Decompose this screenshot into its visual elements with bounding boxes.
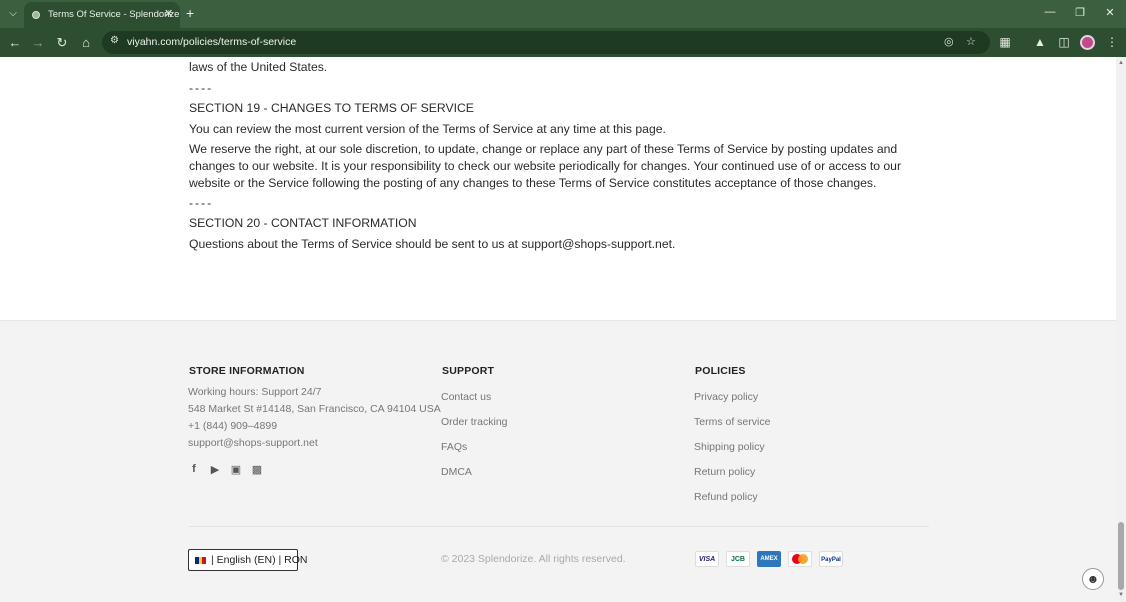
footer-link-faqs[interactable]: FAQs (441, 441, 467, 453)
section-19-title: SECTION 19 - CHANGES TO TERMS OF SERVICE (189, 101, 474, 115)
minimize-window-icon[interactable]: — (1042, 6, 1058, 18)
section-19-paragraph-2: We reserve the right, at our sole discre… (189, 142, 902, 190)
separator-text: ---- (189, 81, 214, 95)
menu-kebab-icon[interactable]: ⋮ (1104, 35, 1120, 49)
url-text[interactable]: viyahn.com/policies/terms-of-service (127, 36, 296, 48)
page-scrollbar[interactable]: ▲ ▼ (1116, 57, 1126, 602)
section-20-title: SECTION 20 - CONTACT INFORMATION (189, 216, 417, 230)
section-19-paragraph-1: You can review the most current version … (189, 122, 666, 136)
facebook-icon[interactable]: f (187, 463, 201, 475)
working-hours: Working hours: Support 24/7 (188, 386, 322, 398)
footer-link-return-policy[interactable]: Return policy (694, 466, 755, 478)
side-panel-icon[interactable]: ◫ (1056, 35, 1072, 49)
store-info-title: STORE INFORMATION (189, 365, 305, 377)
paragraph-text: laws of the United States. (189, 60, 328, 74)
footer-link-dmca[interactable]: DMCA (441, 466, 472, 478)
bookmark-star-icon[interactable]: ☆ (966, 35, 976, 48)
section-20-paragraph-1: Questions about the Terms of Service sho… (189, 237, 676, 251)
reload-icon[interactable]: ↻ (53, 34, 71, 52)
store-email[interactable]: support@shops-support.net (188, 437, 318, 449)
footer-link-contact-us[interactable]: Contact us (441, 391, 491, 403)
labs-flask-icon[interactable]: ▲ (1032, 35, 1048, 49)
separator-text: ---- (189, 196, 214, 210)
visa-payment-icon: VISA (695, 551, 719, 567)
youtube-icon[interactable]: ▶ (208, 463, 222, 476)
policies-title: POLICIES (695, 365, 746, 377)
copyright-text: © 2023 Splendorize. All rights reserved. (441, 553, 626, 565)
close-tab-icon[interactable]: ✕ (164, 7, 173, 20)
instagram-icon[interactable]: ▣ (229, 463, 243, 476)
browser-tab-bar: ⌵ Terms Of Service - Splendorize ✕ + — ❐… (0, 0, 1126, 28)
new-tab-plus-icon[interactable]: + (186, 5, 194, 21)
chat-widget-icon[interactable]: ☻ (1082, 568, 1104, 590)
web-page: laws of the United States. ---- SECTION … (0, 57, 1116, 602)
eye-slash-icon[interactable]: ◎ (944, 35, 954, 48)
support-title: SUPPORT (442, 365, 495, 377)
scroll-up-arrow-icon[interactable]: ▲ (1117, 60, 1125, 66)
paypal-payment-icon: PayPal (819, 551, 843, 567)
close-window-icon[interactable]: ✕ (1102, 6, 1118, 19)
profile-avatar[interactable] (1080, 35, 1095, 50)
home-icon[interactable]: ⌂ (77, 34, 95, 52)
amex-payment-icon: AMEX (757, 551, 781, 567)
footer-divider (189, 526, 929, 527)
footer-link-order-tracking[interactable]: Order tracking (441, 416, 508, 428)
language-label: | English (EN) | RON (211, 554, 308, 566)
tab-title: Terms Of Service - Splendorize (48, 9, 180, 20)
restore-window-icon[interactable]: ❐ (1072, 6, 1088, 19)
extensions-puzzle-icon[interactable]: ▦ (997, 35, 1013, 49)
tab-search-chevron-icon[interactable]: ⌵ (4, 5, 22, 23)
blog-icon[interactable]: ▩ (250, 463, 264, 476)
romania-flag-icon (195, 557, 206, 564)
mastercard-payment-icon (788, 551, 812, 567)
footer-link-privacy-policy[interactable]: Privacy policy (694, 391, 758, 403)
jcb-payment-icon: JCB (726, 551, 750, 567)
browser-toolbar: ← → ↻ ⌂ ⚙ viyahn.com/policies/terms-of-s… (0, 28, 1126, 57)
scrollbar-thumb[interactable] (1118, 522, 1124, 590)
store-phone[interactable]: +1 (844) 909–4899 (188, 420, 277, 432)
site-info-icon[interactable]: ⚙ (110, 35, 119, 46)
scroll-down-arrow-icon[interactable]: ▼ (1117, 592, 1125, 598)
back-arrow-icon[interactable]: ← (6, 34, 24, 52)
footer-link-shipping-policy[interactable]: Shipping policy (694, 441, 765, 453)
store-address: 548 Market St #14148, San Francisco, CA … (188, 403, 441, 415)
forward-arrow-icon[interactable]: → (29, 34, 47, 52)
site-footer: STORE INFORMATION Working hours: Support… (0, 320, 1116, 602)
language-currency-selector[interactable]: | English (EN) | RON (188, 549, 307, 571)
footer-link-refund-policy[interactable]: Refund policy (694, 491, 758, 503)
address-bar[interactable]: ⚙ viyahn.com/policies/terms-of-service ◎… (102, 31, 990, 54)
site-favicon-icon (32, 11, 40, 19)
footer-link-terms-of-service[interactable]: Terms of service (694, 416, 770, 428)
browser-tab-active[interactable]: Terms Of Service - Splendorize ✕ (24, 2, 180, 28)
